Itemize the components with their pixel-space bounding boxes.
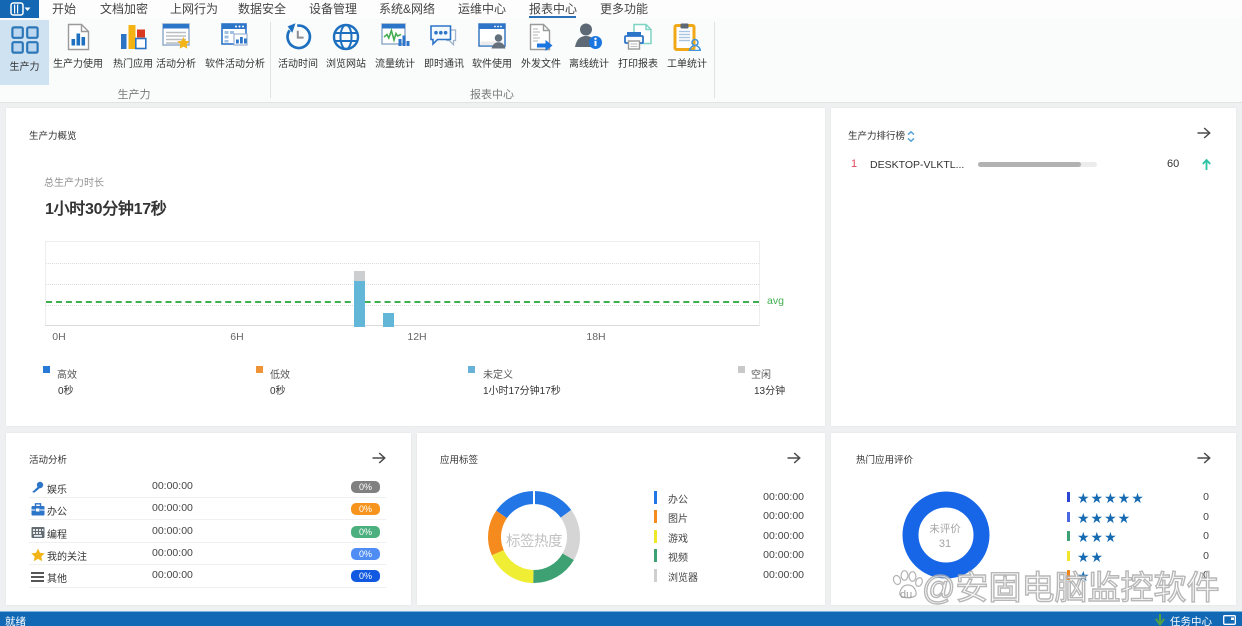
svg-text:du: du <box>900 589 912 601</box>
